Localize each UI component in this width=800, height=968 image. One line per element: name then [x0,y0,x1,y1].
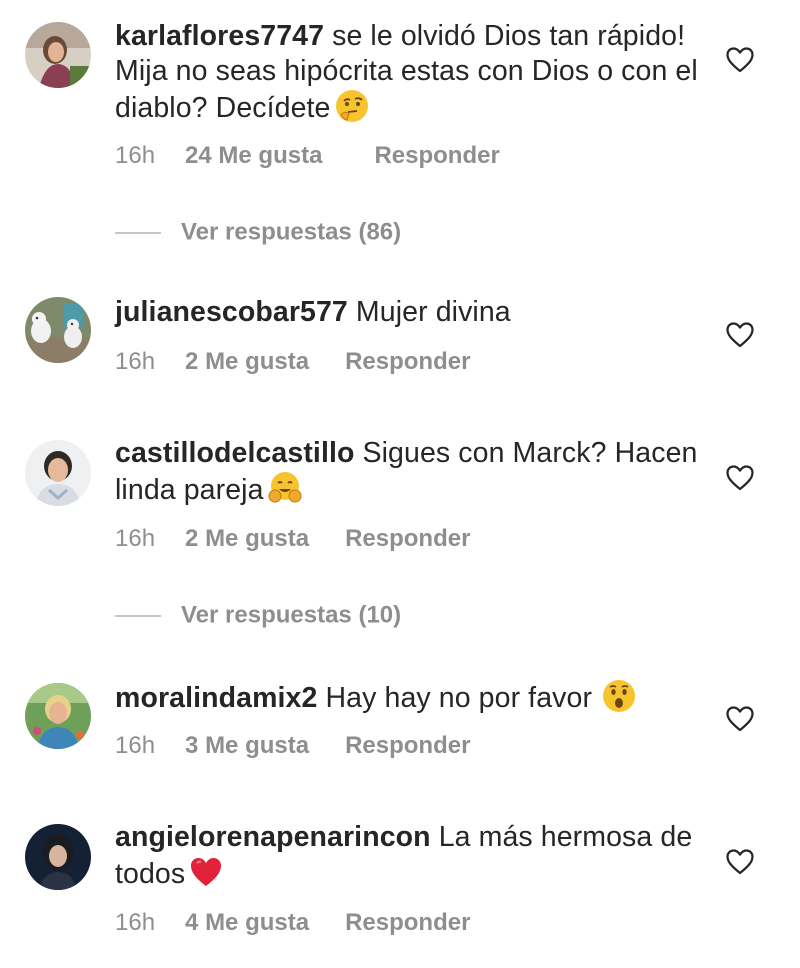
view-replies-label[interactable]: Ver respuestas (86) [181,219,401,246]
astonished-face-icon [602,679,636,713]
view-replies-label[interactable]: Ver respuestas (10) [181,602,401,629]
view-replies-button[interactable]: Ver respuestas (10) [115,601,401,631]
comment-likes-count[interactable]: 2 Me gusta [185,525,309,553]
comment-text: angielorenapenarincon La más hermosa de … [115,820,705,892]
hugging-face-icon [268,471,302,505]
comment-likes-count[interactable]: 4 Me gusta [185,909,309,937]
comment-username[interactable]: karlaflores7747 [115,20,324,52]
like-heart-icon[interactable] [726,465,754,491]
avatar[interactable] [25,22,91,88]
comment-text: moralindamix2 Hay hay no por favor [115,679,705,716]
comment-meta: 16h 2 Me gusta Responder [115,348,470,376]
comment-username[interactable]: castillodelcastillo [115,437,355,469]
red-heart-icon [189,855,223,889]
avatar[interactable] [25,824,91,890]
reply-button[interactable]: Responder [345,732,470,760]
comment-likes-count[interactable]: 24 Me gusta [185,142,322,170]
comment-body: Hay hay no por favor [317,682,593,714]
reply-button[interactable]: Responder [345,525,470,553]
like-heart-icon[interactable] [726,706,754,732]
reply-button[interactable]: Responder [345,909,470,937]
like-heart-icon[interactable] [726,849,754,875]
comment-text: castillodelcastillo Sigues con Marck? Ha… [115,436,705,508]
view-replies-button[interactable]: Ver respuestas (86) [115,218,401,248]
comment-timestamp: 16h [115,909,156,936]
comment-likes-count[interactable]: 2 Me gusta [185,348,309,376]
view-replies-divider [115,231,161,234]
like-heart-icon[interactable] [726,47,754,73]
avatar[interactable] [25,297,91,363]
reply-button[interactable]: Responder [374,142,499,170]
thinking-face-icon [335,89,369,123]
comment-likes-count[interactable]: 3 Me gusta [185,732,309,760]
comment-text: karlaflores7747 se le olvidó Dios tan rá… [115,19,705,126]
comment-meta: 16h 3 Me gusta Responder [115,732,470,760]
comment-body: Mujer divina [347,296,511,328]
comment-meta: 16h 24 Me gusta Responder [115,142,500,170]
comment-timestamp: 16h [115,732,156,759]
avatar[interactable] [25,683,91,749]
view-replies-divider [115,614,161,617]
comment-meta: 16h 2 Me gusta Responder [115,525,470,553]
comment-timestamp: 16h [115,525,156,552]
comment-timestamp: 16h [115,142,156,169]
comment-username[interactable]: julianescobar577 [115,296,348,328]
comment-timestamp: 16h [115,348,156,375]
reply-button[interactable]: Responder [345,348,470,376]
comment-username[interactable]: angielorenapenarincon [115,821,431,853]
comment-text: julianescobar577 Mujer divina [115,295,705,330]
comment-meta: 16h 4 Me gusta Responder [115,909,470,937]
avatar[interactable] [25,440,91,506]
like-heart-icon[interactable] [726,322,754,348]
comment-username[interactable]: moralindamix2 [115,682,317,714]
